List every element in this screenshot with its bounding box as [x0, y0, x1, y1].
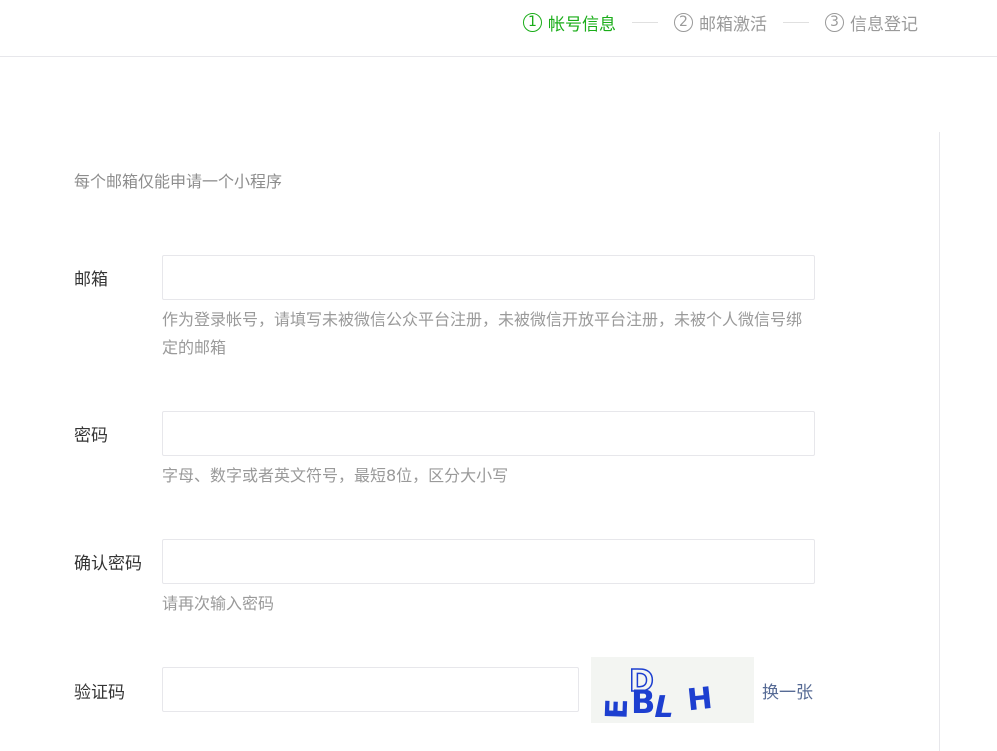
step-number: 3 — [825, 12, 844, 32]
captcha-label: 验证码 — [74, 683, 125, 703]
side-divider — [939, 132, 940, 751]
step-account-info: 1 帐号信息 — [523, 10, 616, 35]
refresh-captcha-link[interactable]: 换一张 — [762, 678, 813, 703]
password-label: 密码 — [74, 426, 108, 446]
captcha-image[interactable]: E D B L H — [591, 657, 754, 725]
step-info-registration: 3 信息登记 — [825, 10, 918, 35]
step-label: 帐号信息 — [548, 14, 616, 35]
step-indicator: 1 帐号信息 2 邮箱激活 3 信息登记 — [523, 10, 918, 35]
step-separator — [783, 21, 809, 23]
captcha-glyph: H — [686, 681, 715, 718]
confirm-password-input[interactable] — [162, 539, 815, 584]
email-label: 邮箱 — [74, 270, 108, 290]
confirm-password-hint: 请再次输入密码 — [162, 594, 275, 613]
password-input[interactable] — [162, 411, 815, 456]
step-number: 1 — [523, 12, 542, 32]
confirm-password-label: 确认密码 — [74, 554, 142, 574]
email-input[interactable] — [162, 255, 815, 300]
top-bar: 1 帐号信息 2 邮箱激活 3 信息登记 — [0, 0, 997, 57]
step-label: 邮箱激活 — [699, 14, 767, 35]
captcha-glyphs: E D B L H — [600, 663, 715, 725]
email-hint: 作为登录帐号，请填写未被微信公众平台注册，未被微信开放平台注册，未被个人微信号绑… — [162, 310, 803, 357]
step-separator — [632, 21, 658, 23]
step-number: 2 — [674, 12, 693, 32]
password-hint: 字母、数字或者英文符号，最短8位，区分大小写 — [162, 466, 509, 485]
form-intro-text: 每个邮箱仅能申请一个小程序 — [74, 172, 283, 191]
step-label: 信息登记 — [850, 14, 918, 35]
captcha-input[interactable] — [162, 667, 579, 712]
captcha-glyph: E — [600, 698, 636, 720]
step-email-activation: 2 邮箱激活 — [674, 10, 767, 35]
